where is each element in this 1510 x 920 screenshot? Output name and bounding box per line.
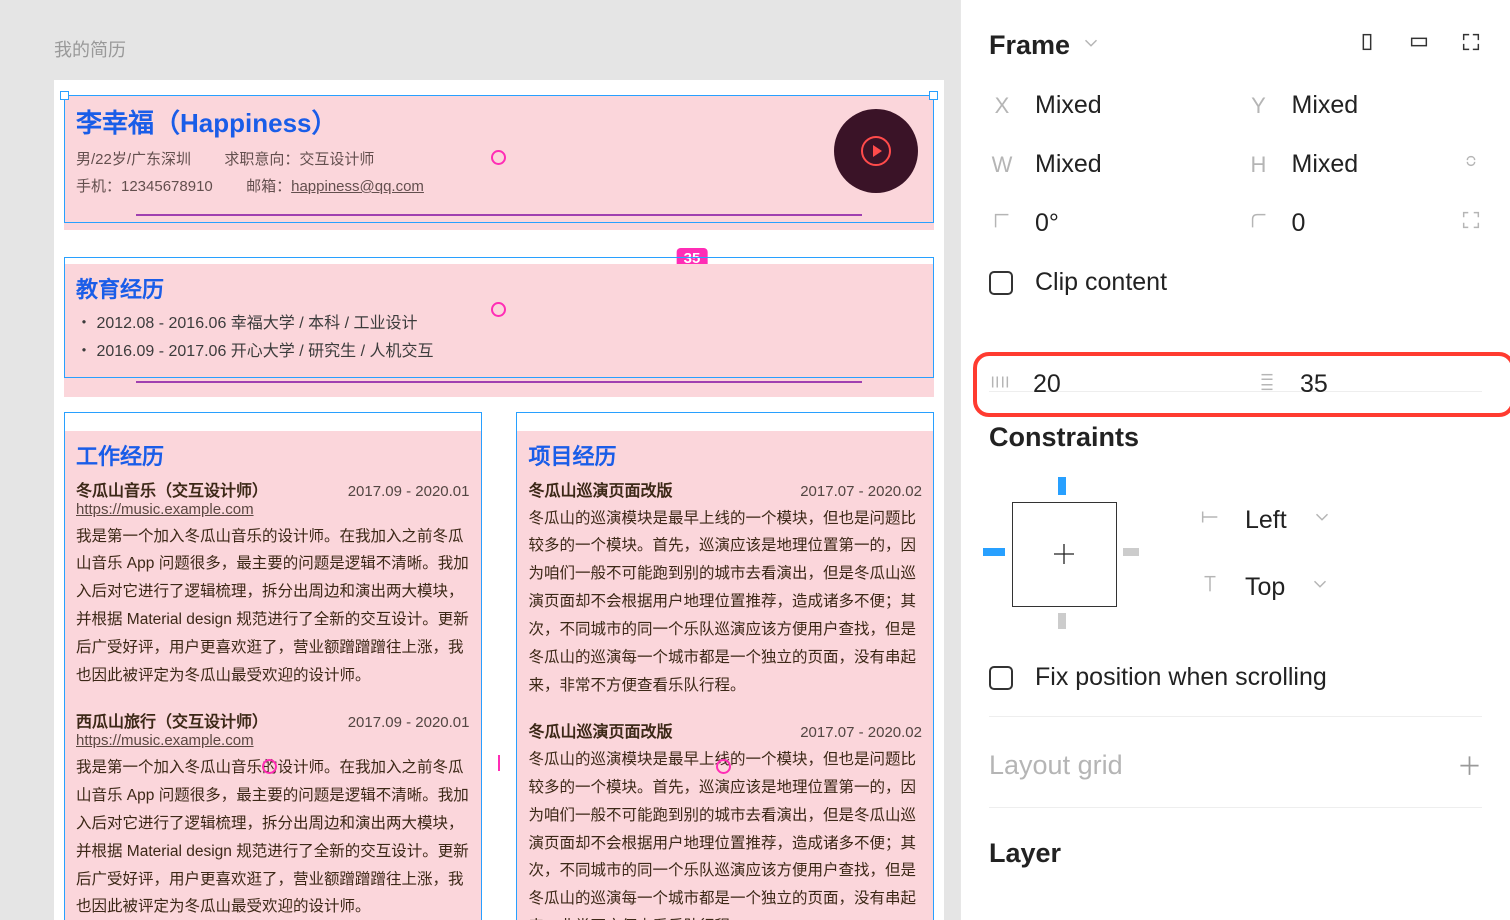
lock-aspect-icon[interactable] <box>1460 150 1482 179</box>
frame-label: Frame <box>989 30 1070 61</box>
avatar[interactable] <box>834 109 918 193</box>
proj2-date: 2017.07 - 2020.02 <box>800 724 922 741</box>
gender-age-loc: 男/22岁/广东深圳 <box>76 151 191 168</box>
resume-meta-row2: 手机：12345678910 邮箱：happiness@qq.com <box>76 173 922 200</box>
w-label: W <box>989 152 1015 178</box>
horizontal-spacing-value: 20 <box>1033 370 1061 399</box>
layer-section[interactable]: Layer <box>989 808 1482 877</box>
frame-section: Frame X Mixed Y Mixed W Mixed <box>989 0 1482 392</box>
resume-frame[interactable]: 李幸福（Happiness） 男/22岁/广东深圳 求职意向：交互设计师 手机：… <box>54 80 944 920</box>
vertical-constraint-value: Top <box>1245 573 1285 602</box>
constraints-title: Constraints <box>989 422 1482 453</box>
job2-body: 我是第一个加入冬瓜山音乐的设计师。在我加入之前冬瓜山音乐 App 问题很多，最主… <box>76 754 470 920</box>
divider-2 <box>136 381 862 383</box>
resize-to-fit-icon[interactable] <box>1460 31 1482 60</box>
x-label: X <box>989 93 1015 119</box>
clip-content-label: Clip content <box>1035 268 1167 297</box>
rotation-icon <box>989 210 1015 238</box>
x-field[interactable]: X Mixed <box>989 91 1226 120</box>
horizontal-constraint-value: Left <box>1245 506 1287 535</box>
independent-corners-icon[interactable] <box>1460 209 1482 238</box>
job1-link[interactable]: https://music.example.com <box>76 501 254 518</box>
proj2-head: 冬瓜山巡演页面改版 2017.07 - 2020.02 <box>529 718 923 742</box>
email-link[interactable]: happiness@qq.com <box>291 178 424 195</box>
proj1-head: 冬瓜山巡演页面改版 2017.07 - 2020.02 <box>529 477 923 501</box>
job2-head: 西瓜山旅行（交互设计师） 2017.09 - 2020.01 <box>76 708 470 732</box>
radius-icon <box>1246 210 1272 238</box>
divider-1 <box>136 214 862 216</box>
chevron-down-icon <box>1309 573 1331 602</box>
proj2-title: 冬瓜山巡演页面改版 <box>529 718 673 742</box>
vertical-spacing-value: 35 <box>1300 370 1328 399</box>
constraints-section: Constraints Left Top <box>989 392 1482 717</box>
email-label: 邮箱： <box>246 178 291 195</box>
arrow-vertical-icon <box>1199 573 1221 602</box>
constraint-widget[interactable] <box>989 479 1139 629</box>
y-label: Y <box>1246 93 1272 119</box>
proj1-body: 冬瓜山的巡演模块是最早上线的一个模块，但也是问题比较多的一个模块。首先，巡演应该… <box>529 505 923 700</box>
layout-grid-section[interactable]: Layout grid ＋ <box>989 717 1482 808</box>
properties-panel[interactable]: Frame X Mixed Y Mixed W Mixed <box>960 0 1510 920</box>
fix-position-checkbox[interactable]: Fix position when scrolling <box>989 663 1482 692</box>
layer-title: Layer <box>989 838 1061 869</box>
canvas-viewport[interactable]: 我的简历 李幸福（Happiness） 男/22岁/广东深圳 求职意向：交互设计… <box>0 0 960 920</box>
chevron-down-icon <box>1311 506 1333 535</box>
x-value: Mixed <box>1035 91 1102 120</box>
h-field[interactable]: H Mixed <box>1246 150 1483 179</box>
frame-dropdown[interactable]: Frame <box>989 30 1102 61</box>
fix-position-label: Fix position when scrolling <box>1035 663 1327 692</box>
resume-name: 李幸福（Happiness） <box>76 103 922 140</box>
rotation-field[interactable]: 0° <box>989 209 1226 238</box>
job2-date: 2017.09 - 2020.01 <box>348 714 470 731</box>
frame-title-label[interactable]: 我的简历 <box>54 36 960 62</box>
portrait-icon[interactable] <box>1356 31 1378 60</box>
layout-grid-title: Layout grid <box>989 750 1123 781</box>
radius-field[interactable]: 0 <box>1246 209 1483 238</box>
chevron-down-icon <box>1080 30 1102 61</box>
education-block[interactable]: 教育经历 ・ 2012.08 - 2016.06 幸福大学 / 本科 / 工业设… <box>64 264 934 397</box>
edu-entry-1: ・ 2012.08 - 2016.06 幸福大学 / 本科 / 工业设计 <box>76 310 922 339</box>
h-value: Mixed <box>1292 150 1359 179</box>
y-field[interactable]: Y Mixed <box>1246 91 1483 120</box>
work-title: 工作经历 <box>76 439 470 471</box>
job1-head: 冬瓜山音乐（交互设计师） 2017.09 - 2020.01 <box>76 477 470 501</box>
y-value: Mixed <box>1292 91 1359 120</box>
horizontal-spacing-field[interactable]: 20 <box>987 370 1234 399</box>
vertical-spacing-icon <box>1254 371 1280 399</box>
education-title: 教育经历 <box>76 272 922 304</box>
job1-title: 冬瓜山音乐（交互设计师） <box>76 477 268 501</box>
vertical-constraint-dropdown[interactable]: Top <box>1199 573 1333 602</box>
resume-header-block[interactable]: 李幸福（Happiness） 男/22岁/广东深圳 求职意向：交互设计师 手机：… <box>64 95 934 230</box>
w-value: Mixed <box>1035 150 1102 179</box>
proj1-date: 2017.07 - 2020.02 <box>800 483 922 500</box>
radius-value: 0 <box>1292 209 1306 238</box>
phone-label: 手机：12345678910 <box>76 178 213 195</box>
resume-meta-row1: 男/22岁/广东深圳 求职意向：交互设计师 <box>76 146 922 173</box>
w-field[interactable]: W Mixed <box>989 150 1226 179</box>
spacing-highlight: 20 35 <box>973 352 1510 417</box>
arrow-horizontal-icon <box>1199 506 1221 535</box>
job2-title: 西瓜山旅行（交互设计师） <box>76 708 268 732</box>
proj2-body: 冬瓜山的巡演模块是最早上线的一个模块，但也是问题比较多的一个模块。首先，巡演应该… <box>529 746 923 920</box>
job2-link[interactable]: https://music.example.com <box>76 732 254 749</box>
job1-date: 2017.09 - 2020.01 <box>348 483 470 500</box>
edu-entry-2: ・ 2016.09 - 2017.06 开心大学 / 研究生 / 人机交互 <box>76 338 922 367</box>
work-column[interactable]: 工作经历 冬瓜山音乐（交互设计师） 2017.09 - 2020.01 http… <box>64 431 482 920</box>
proj1-title: 冬瓜山巡演页面改版 <box>529 477 673 501</box>
landscape-icon[interactable] <box>1408 31 1430 60</box>
horizontal-constraint-dropdown[interactable]: Left <box>1199 506 1333 535</box>
job1-body: 我是第一个加入冬瓜山音乐的设计师。在我加入之前冬瓜山音乐 App 问题很多，最主… <box>76 523 470 690</box>
clip-content-checkbox[interactable]: Clip content <box>989 268 1482 297</box>
checkbox-icon[interactable] <box>989 271 1013 295</box>
h-label: H <box>1246 152 1272 178</box>
add-layout-grid-button[interactable]: ＋ <box>1457 747 1482 783</box>
job-intent: 求职意向：交互设计师 <box>224 151 374 168</box>
rotation-value: 0° <box>1035 209 1059 238</box>
two-column-row[interactable]: 工作经历 冬瓜山音乐（交互设计师） 2017.09 - 2020.01 http… <box>54 431 944 920</box>
checkbox-icon[interactable] <box>989 666 1013 690</box>
vertical-spacing-field[interactable]: 35 <box>1254 370 1501 399</box>
horizontal-spacing-icon <box>987 371 1013 399</box>
project-title: 项目经历 <box>529 439 923 471</box>
project-column[interactable]: 项目经历 冬瓜山巡演页面改版 2017.07 - 2020.02 冬瓜山的巡演模… <box>517 431 935 920</box>
